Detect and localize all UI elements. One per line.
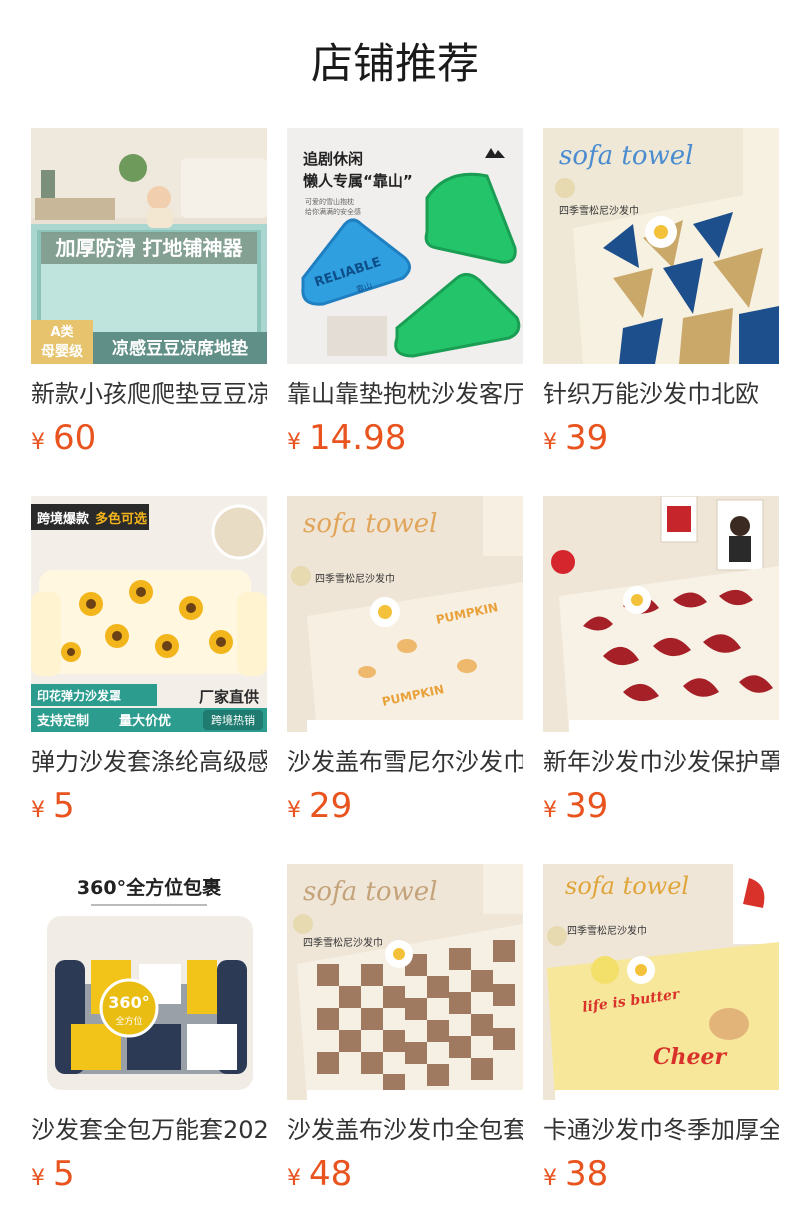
currency-symbol: ¥ xyxy=(287,430,301,455)
currency-symbol: ¥ xyxy=(31,430,45,455)
image-text: 母婴级 xyxy=(41,343,84,360)
image-text: 支持定制 xyxy=(36,713,89,729)
image-text: 四季雪松尼沙发巾 xyxy=(315,572,395,585)
product-price: ¥39 xyxy=(543,414,608,462)
product-name[interactable]: 沙发盖布沙发巾全包套 xyxy=(287,1110,523,1150)
product-image[interactable]: 追剧休闲 懒人专属“靠山” 可爱的雪山抱枕 给你满满的安全感 RELIABLE … xyxy=(287,128,523,364)
product-image[interactable]: 跨境爆款 多色可选 印花弹力沙发罩 厂家直供 支持定制 量大价优 跨境热销 xyxy=(31,496,267,732)
product-name[interactable]: 卡通沙发巾冬季加厚全包 xyxy=(543,1110,779,1150)
image-text: 追剧休闲 xyxy=(303,150,363,168)
image-text: 四季雪松尼沙发巾 xyxy=(303,936,383,949)
image-text: 360° xyxy=(108,993,149,1012)
product-card[interactable]: 360°全方位包裹 360° 全方位 沙发套全包万能套2024新款 ¥5 xyxy=(31,864,267,1204)
image-text: 加厚防滑 打地铺神器 xyxy=(55,236,244,260)
product-image[interactable]: sofa towel 四季雪松尼沙发巾 xyxy=(287,864,523,1100)
product-name[interactable]: 沙发盖布雪尼尔沙发巾 xyxy=(287,742,523,782)
price-value: 48 xyxy=(309,1154,353,1194)
image-text: 全方位 xyxy=(115,1015,142,1027)
price-value: 39 xyxy=(565,418,609,458)
currency-symbol: ¥ xyxy=(543,798,557,823)
image-text: 四季雪松尼沙发巾 xyxy=(567,924,647,937)
price-value: 38 xyxy=(565,1154,609,1194)
image-text: 可爱的雪山抱枕 xyxy=(305,197,354,206)
price-value: 5 xyxy=(53,1154,75,1194)
image-text: 给你满满的安全感 xyxy=(305,207,361,216)
currency-symbol: ¥ xyxy=(543,430,557,455)
product-image[interactable] xyxy=(543,496,779,732)
product-image[interactable]: 360°全方位包裹 360° 全方位 xyxy=(31,864,267,1100)
image-text: sofa towel xyxy=(565,872,689,900)
price-value: 5 xyxy=(53,786,75,826)
image-text: 印花弹力沙发罩 xyxy=(37,688,121,703)
product-name[interactable]: 新款小孩爬爬垫豆豆凉席地垫 xyxy=(31,374,267,414)
product-card[interactable]: 追剧休闲 懒人专属“靠山” 可爱的雪山抱枕 给你满满的安全感 RELIABLE … xyxy=(287,128,523,468)
price-value: 14.98 xyxy=(309,418,407,458)
image-text: 量大价优 xyxy=(119,713,171,729)
image-text: 跨境爆款 xyxy=(37,511,90,527)
product-image[interactable]: sofa towel 四季雪松尼沙发巾 life is butter Cheer xyxy=(543,864,779,1100)
image-text: A类 xyxy=(50,324,74,340)
image-text: 懒人专属“靠山” xyxy=(303,172,413,190)
product-price: ¥60 xyxy=(31,414,96,462)
product-price: ¥48 xyxy=(287,1150,352,1198)
product-price: ¥38 xyxy=(543,1150,608,1198)
product-card[interactable]: 加厚防滑 打地铺神器 A类 母婴级 凉感豆豆凉席地垫 新款小孩爬爬垫豆豆凉席地垫… xyxy=(31,128,267,468)
product-price: ¥14.98 xyxy=(287,414,406,462)
product-card[interactable]: sofa towel 四季雪松尼沙发巾 PUMPKIN PUMPKIN 沙发盖布… xyxy=(287,496,523,836)
currency-symbol: ¥ xyxy=(31,798,45,823)
price-value: 39 xyxy=(565,786,609,826)
image-text: 凉感豆豆凉席地垫 xyxy=(112,338,248,359)
currency-symbol: ¥ xyxy=(287,1166,301,1191)
image-text: Cheer xyxy=(653,1044,727,1070)
product-card[interactable]: 新年沙发巾沙发保护罩 ¥39 xyxy=(543,496,779,836)
product-price: ¥5 xyxy=(31,782,75,830)
product-name[interactable]: 针织万能沙发巾北欧 xyxy=(543,374,779,414)
page-title: 店铺推荐 xyxy=(310,39,479,88)
product-image[interactable]: sofa towel 四季雪松尼沙发巾 PUMPKIN PUMPKIN xyxy=(287,496,523,732)
product-name[interactable]: 弹力沙发套涤纶高级感 xyxy=(31,742,267,782)
product-name[interactable]: 新年沙发巾沙发保护罩 xyxy=(543,742,779,782)
image-text: sofa towel xyxy=(559,141,693,171)
product-card[interactable]: sofa towel 四季雪松尼沙发巾 针织万能沙发巾北欧 ¥39 xyxy=(543,128,779,468)
price-value: 60 xyxy=(53,418,97,458)
product-name[interactable]: 沙发套全包万能套2024新款 xyxy=(31,1110,267,1150)
product-image[interactable]: 加厚防滑 打地铺神器 A类 母婴级 凉感豆豆凉席地垫 xyxy=(31,128,267,364)
product-price: ¥39 xyxy=(543,782,608,830)
product-name[interactable]: 靠山靠垫抱枕沙发客厅 xyxy=(287,374,523,414)
product-card[interactable]: 跨境爆款 多色可选 印花弹力沙发罩 厂家直供 支持定制 量大价优 跨境热销 弹力… xyxy=(31,496,267,836)
product-image[interactable]: sofa towel 四季雪松尼沙发巾 xyxy=(543,128,779,364)
product-card[interactable]: sofa towel 四季雪松尼沙发巾 沙发盖布沙发巾全包套 ¥48 xyxy=(287,864,523,1204)
image-text: 360°全方位包裹 xyxy=(77,876,222,899)
image-text: 多色可选 xyxy=(95,511,147,527)
currency-symbol: ¥ xyxy=(31,1166,45,1191)
image-text: sofa towel xyxy=(303,877,437,907)
image-text: sofa towel xyxy=(303,509,437,539)
product-price: ¥5 xyxy=(31,1150,75,1198)
currency-symbol: ¥ xyxy=(287,798,301,823)
currency-symbol: ¥ xyxy=(543,1166,557,1191)
image-text: 厂家直供 xyxy=(199,688,259,706)
image-text: 四季雪松尼沙发巾 xyxy=(559,204,639,217)
product-card[interactable]: sofa towel 四季雪松尼沙发巾 life is butter Cheer… xyxy=(543,864,779,1204)
price-value: 29 xyxy=(309,786,353,826)
image-text: 跨境热销 xyxy=(211,713,255,727)
product-price: ¥29 xyxy=(287,782,352,830)
